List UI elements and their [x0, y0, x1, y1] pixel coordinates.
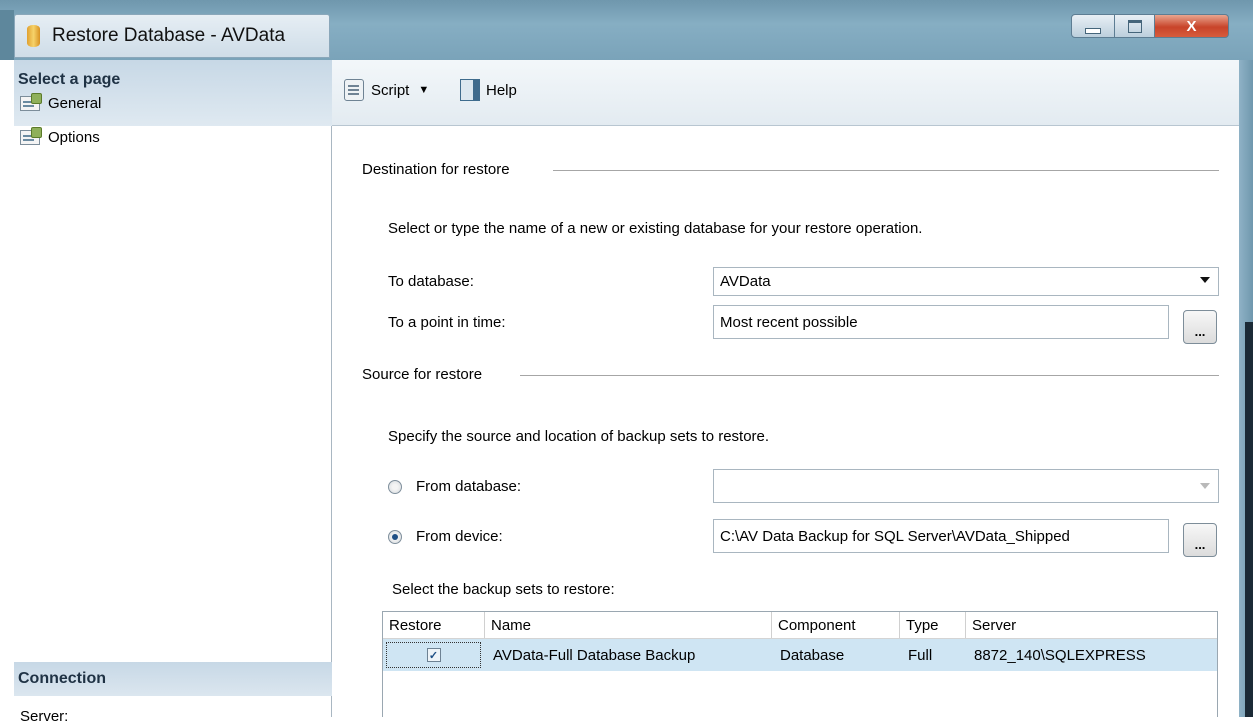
point-in-time-field[interactable]: Most recent possible	[713, 305, 1169, 339]
destination-divider	[553, 170, 1219, 171]
window-frame-left	[0, 10, 14, 60]
source-divider	[520, 375, 1219, 376]
from-database-label: From database:	[416, 478, 522, 495]
name-cell: AVData-Full Database Backup	[493, 646, 696, 664]
radio-unchecked-icon[interactable]	[388, 479, 402, 494]
window-title: Restore Database - AVData	[52, 25, 286, 46]
backup-sets-table[interactable]: Restore Name Component Type Server ✓ AVD…	[382, 611, 1218, 717]
sidebar-item-label: Options	[48, 129, 100, 146]
maximize-button[interactable]	[1115, 14, 1155, 38]
help-label: Help	[486, 81, 517, 99]
point-in-time-value: Most recent possible	[720, 313, 858, 331]
connection-header: Connection	[14, 662, 332, 696]
connection-title: Connection	[18, 670, 106, 687]
chevron-down-icon[interactable]	[1200, 277, 1210, 283]
source-group-title: Source for restore	[362, 366, 483, 383]
toolbar: Script ▼ Help	[332, 60, 1239, 126]
destination-description: Select or type the name of a new or exis…	[388, 220, 923, 237]
title-tab: Restore Database - AVData	[14, 14, 330, 58]
left-pane: Select a page General Options Connection…	[14, 60, 332, 725]
table-row[interactable]: ✓ AVData-Full Database Backup Database F…	[383, 639, 1217, 671]
background-strip	[1245, 322, 1253, 717]
column-header-restore[interactable]: Restore	[383, 612, 484, 638]
column-header-server[interactable]: Server	[965, 612, 1219, 638]
to-database-label: To database:	[388, 273, 474, 290]
from-device-radio[interactable]: From device:	[388, 528, 503, 545]
from-device-label: From device:	[416, 528, 503, 545]
column-header-type[interactable]: Type	[899, 612, 965, 638]
source-description: Specify the source and location of backu…	[388, 428, 770, 445]
right-pane: Script ▼ Help Destination for restore Se…	[332, 60, 1239, 717]
column-header-name[interactable]: Name	[484, 612, 771, 638]
from-database-combo[interactable]	[713, 469, 1219, 503]
point-in-time-browse-button[interactable]: ...	[1183, 310, 1217, 344]
to-database-combo[interactable]: AVData	[713, 267, 1219, 296]
sidebar-item-general[interactable]: General	[20, 93, 102, 112]
minimize-icon	[1085, 28, 1101, 34]
destination-group-title: Destination for restore	[362, 161, 510, 178]
table-header: Restore Name Component Type Server	[383, 612, 1217, 639]
server-cell: 8872_140\SQLEXPRESS	[974, 646, 1146, 664]
from-device-field[interactable]: C:\AV Data Backup for SQL Server\AVData_…	[713, 519, 1169, 553]
restore-cell[interactable]: ✓	[383, 639, 484, 671]
radio-checked-icon[interactable]	[388, 529, 402, 544]
select-page-title: Select a page	[18, 71, 121, 88]
page-icon	[20, 93, 42, 111]
minimize-button[interactable]	[1071, 14, 1115, 38]
window-controls: X	[1071, 14, 1229, 38]
restore-checkbox[interactable]: ✓	[426, 648, 441, 662]
chevron-down-icon	[1200, 483, 1210, 489]
component-cell: Database	[780, 646, 845, 664]
close-button[interactable]: X	[1155, 14, 1229, 38]
sidebar-item-label: General	[48, 95, 102, 112]
page-icon	[20, 127, 42, 145]
help-button[interactable]: Help	[460, 79, 517, 101]
database-icon	[27, 25, 40, 47]
script-label: Script	[371, 81, 410, 99]
chevron-down-icon[interactable]: ▼	[418, 84, 429, 96]
to-database-value: AVData	[720, 273, 771, 290]
script-button[interactable]: Script ▼	[344, 79, 429, 101]
from-database-radio[interactable]: From database:	[388, 478, 521, 495]
from-device-browse-button[interactable]: ...	[1183, 523, 1217, 557]
close-icon: X	[1186, 17, 1197, 35]
column-header-component[interactable]: Component	[771, 612, 899, 638]
window-frame-right	[1239, 60, 1253, 717]
maximize-icon	[1127, 19, 1142, 33]
type-cell: Full	[908, 646, 933, 664]
help-icon	[460, 79, 480, 101]
select-page-header: Select a page General	[14, 60, 332, 126]
title-bar: Restore Database - AVData X	[0, 0, 1253, 60]
point-in-time-label: To a point in time:	[388, 314, 506, 331]
from-device-value: C:\AV Data Backup for SQL Server\AVData_…	[720, 527, 1070, 545]
script-icon	[344, 79, 364, 101]
backup-sets-label: Select the backup sets to restore:	[392, 581, 615, 598]
sidebar-item-options[interactable]: Options	[20, 127, 100, 146]
